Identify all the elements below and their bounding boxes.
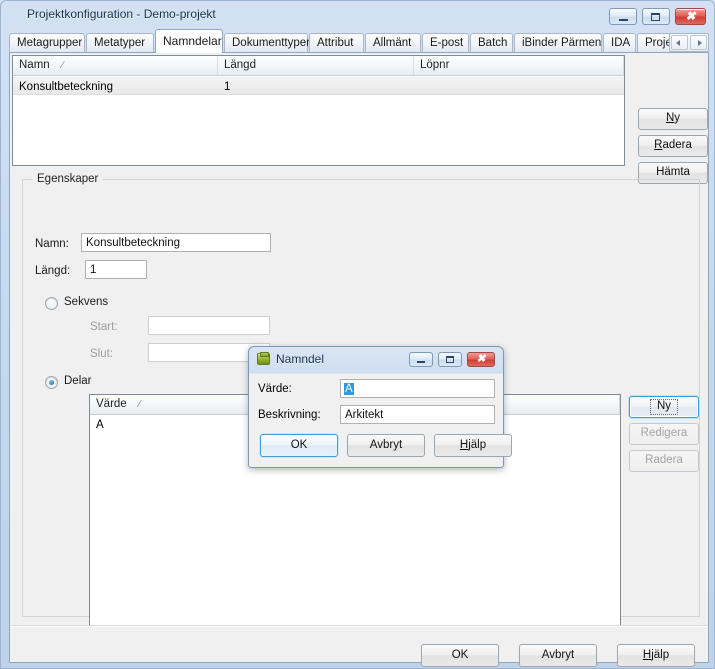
langd-input[interactable]: 1 — [85, 260, 147, 279]
namndel-dialog-titlebar[interactable]: Namndel — [249, 347, 503, 373]
new-del-button[interactable]: Ny — [629, 396, 699, 418]
start-input[interactable] — [148, 316, 270, 335]
tab-metagrupper[interactable]: Metagrupper — [9, 33, 85, 53]
new-namndel-button[interactable]: Ny — [638, 108, 708, 130]
column-header-l-ngd[interactable]: Längd — [218, 56, 414, 75]
tab-ibinder-p-rmen[interactable]: iBinder Pärmen — [514, 33, 602, 53]
cancel-button[interactable]: Avbryt — [519, 644, 597, 667]
tab-allm-nt[interactable]: Allmänt — [365, 33, 421, 53]
sort-indicator-icon: ∕ — [138, 399, 141, 410]
dialog-ok-button[interactable]: OK — [260, 434, 338, 457]
minimize-button[interactable] — [609, 8, 637, 25]
tab-namndelar[interactable]: Namndelar — [155, 29, 223, 53]
column-header-label: Namn — [19, 59, 50, 71]
dialog-maximize-button[interactable] — [438, 352, 462, 367]
footer-bar — [10, 626, 708, 662]
delete-del-label: Radera — [645, 454, 683, 467]
namndelar-row[interactable]: Konsultbeteckning 1 — [13, 77, 624, 95]
dialog-varde-label: Värde: — [258, 383, 292, 395]
dialog-help-label: Hjälp — [459, 438, 487, 451]
tab-label: Namndelar — [163, 34, 222, 48]
window-titlebar[interactable]: Projektkonfiguration - Demo-projekt — [1, 1, 714, 29]
cell-langd: 1 — [224, 81, 231, 93]
column-header-label: Värde — [96, 398, 127, 410]
tab-label: Metatyper — [94, 37, 146, 49]
dialog-cancel-button[interactable]: Avbryt — [347, 434, 425, 457]
minimize-icon — [417, 360, 425, 363]
tab-scroll-buttons[interactable] — [669, 33, 709, 52]
tab-dokumenttyper[interactable]: Dokumenttyper — [224, 33, 310, 53]
column-header-label: Längd — [224, 59, 256, 71]
tab-attribut[interactable]: Attribut — [309, 33, 364, 53]
dialog-varde-input[interactable]: A — [340, 379, 495, 398]
cancel-label: Avbryt — [541, 648, 575, 661]
window-title: Projektkonfiguration - Demo-projekt — [27, 7, 216, 21]
namn-label: Namn: — [35, 238, 69, 250]
sekvens-label[interactable]: Sekvens — [64, 296, 108, 308]
namndel-dialog: Namndel Värde: A Beskrivning: Arkitekt O… — [248, 346, 512, 468]
langd-label: Längd: — [35, 265, 71, 277]
new-del-label: Ny — [649, 399, 679, 415]
close-icon — [676, 9, 705, 24]
slut-label: Slut: — [90, 348, 114, 360]
tab-label: Dokumenttyper — [232, 37, 310, 49]
edit-del-label: Redigera — [640, 427, 688, 440]
tab-label: Attribut — [317, 37, 354, 49]
dialog-ok-label: OK — [290, 438, 308, 451]
tab-label: E-post — [430, 37, 464, 49]
maximize-button[interactable] — [642, 8, 670, 25]
delete-namndel-button[interactable]: Radera — [638, 135, 708, 157]
minimize-icon — [619, 18, 628, 21]
fetch-namndel-label: Hämta — [656, 166, 690, 179]
delar-radio[interactable] — [45, 376, 58, 389]
ok-button[interactable]: OK — [421, 644, 499, 667]
tab-label: Metagrupper — [17, 37, 83, 49]
namndelar-list[interactable]: Namn ∕ Längd Löpnr Konsultbeteckning 1 — [12, 55, 625, 166]
maximize-icon — [446, 355, 454, 363]
maximize-icon — [651, 12, 660, 21]
dialog-close-button[interactable] — [467, 352, 495, 367]
delete-del-button[interactable]: Radera — [629, 450, 699, 472]
delar-label[interactable]: Delar — [64, 375, 91, 387]
namn-input[interactable]: Konsultbeteckning — [81, 233, 271, 252]
dialog-beskrivning-label: Beskrivning: — [258, 409, 321, 421]
chevron-left-icon[interactable] — [671, 35, 688, 50]
namndel-dialog-title: Namndel — [276, 352, 325, 366]
sort-indicator-icon: ∕ — [61, 60, 64, 71]
column-header-label: Löpnr — [420, 59, 450, 71]
project-configuration-window: Projektkonfiguration - Demo-projekt Meta… — [0, 0, 715, 669]
tab-metatyper[interactable]: Metatyper — [86, 33, 154, 53]
column-header-namn[interactable]: Namn ∕ — [13, 56, 218, 75]
tab-label: IDA — [611, 37, 631, 49]
help-label: Hjälp — [642, 648, 670, 661]
tab-e-post[interactable]: E-post — [422, 33, 469, 53]
dialog-minimize-button[interactable] — [409, 352, 433, 367]
cell-namn: Konsultbeteckning — [19, 81, 113, 93]
start-label: Start: — [90, 321, 118, 333]
column-header-l-pnr[interactable]: Löpnr — [414, 56, 624, 75]
close-button[interactable] — [675, 8, 706, 25]
new-namndel-label: Ny — [665, 112, 681, 125]
namndelar-list-header: Namn ∕ Längd Löpnr — [13, 56, 624, 76]
chevron-right-icon[interactable] — [690, 35, 707, 50]
help-button[interactable]: Hjälp — [617, 644, 695, 667]
ok-label: OK — [451, 648, 469, 661]
dialog-beskrivning-input[interactable]: Arkitekt — [340, 405, 495, 424]
dialog-cancel-label: Avbryt — [369, 438, 403, 451]
tab-label: Batch — [478, 37, 508, 49]
tab-strip: Metagrupper Metatyper Namndelar Dokumenttyp… — [9, 29, 709, 53]
tab-batch[interactable]: Batch — [470, 33, 513, 53]
close-icon — [468, 353, 494, 366]
edit-del-button[interactable]: Redigera — [629, 423, 699, 445]
tab-ida[interactable]: IDA — [603, 33, 636, 53]
tab-label: iBinder Pärmen — [522, 37, 602, 49]
sekvens-radio[interactable] — [45, 297, 58, 310]
tab-label: Allmänt — [373, 37, 412, 49]
properties-legend: Egenskaper — [33, 173, 103, 185]
box-icon — [257, 352, 270, 365]
dialog-varde-value: A — [344, 383, 354, 395]
delete-namndel-label: Radera — [654, 139, 692, 152]
dialog-help-button[interactable]: Hjälp — [434, 434, 512, 457]
